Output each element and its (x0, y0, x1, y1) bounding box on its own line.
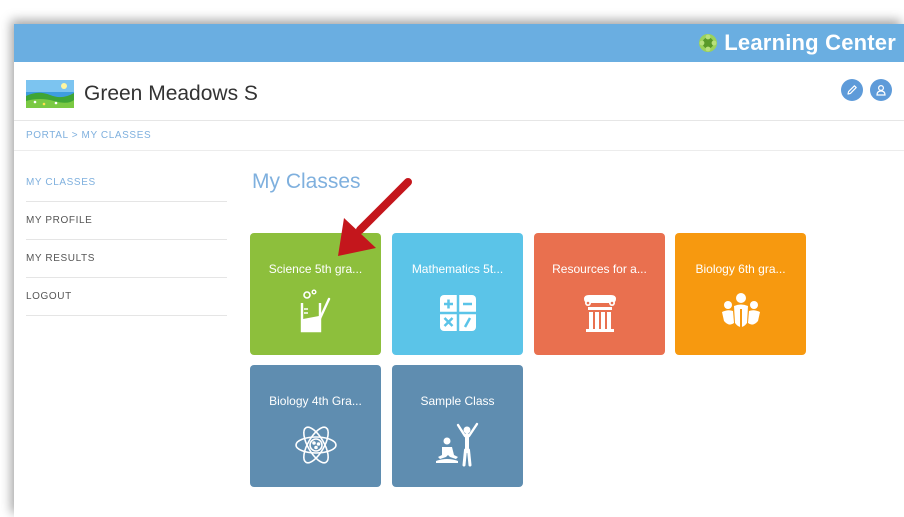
brand-title: Learning Center (724, 30, 896, 55)
breadcrumb[interactable]: PORTAL > MY CLASSES (26, 130, 151, 141)
page-title: My Classes (252, 170, 361, 193)
edit-button[interactable] (841, 79, 863, 101)
people-group-icon (721, 293, 760, 329)
math-operators-icon (439, 295, 476, 331)
header: Green Meadows S (14, 62, 904, 121)
class-tile-label: Mathematics 5t... (411, 262, 504, 276)
class-tile-label: Resources for a... (552, 262, 647, 276)
sidebar-item-my-profile[interactable]: MY PROFILE (26, 202, 227, 240)
sidebar-item-label: MY PROFILE (26, 215, 93, 226)
class-tile-resources[interactable]: Resources for a... (534, 233, 665, 355)
beaker-icon (300, 289, 330, 333)
column-icon (583, 295, 616, 332)
yoga-people-icon (435, 422, 478, 467)
class-tile-label: Science 5th gra... (268, 262, 363, 276)
class-tile-biology-4th[interactable]: Biology 4th Gra... (250, 365, 381, 487)
sidebar-item-my-classes[interactable]: MY CLASSES (26, 164, 227, 202)
app-window: Learning Center Green Meadows S PORTAL >… (14, 24, 904, 517)
class-tile-biology-6th[interactable]: Biology 6th gra... (675, 233, 806, 355)
school-name[interactable]: Green Meadows S (84, 82, 258, 106)
brand[interactable]: Learning Center (698, 30, 896, 56)
school-logo (26, 80, 74, 108)
sidebar-item-label: LOGOUT (26, 291, 72, 302)
sidebar: MY CLASSES MY PROFILE MY RESULTS LOGOUT (26, 164, 227, 316)
sidebar-item-logout[interactable]: LOGOUT (26, 278, 227, 316)
sidebar-item-my-results[interactable]: MY RESULTS (26, 240, 227, 278)
user-icon (876, 84, 886, 96)
profile-button[interactable] (870, 79, 892, 101)
pencil-icon (847, 85, 857, 95)
atom-icon (294, 426, 337, 464)
sidebar-item-label: MY CLASSES (26, 177, 96, 188)
class-tile-mathematics-5th[interactable]: Mathematics 5t... (392, 233, 523, 355)
class-tile-sample-class[interactable]: Sample Class (392, 365, 523, 487)
class-tile-science-5th[interactable]: Science 5th gra... (250, 233, 381, 355)
learning-center-logo-icon (699, 34, 718, 52)
divider (14, 150, 904, 151)
top-bar: Learning Center (14, 24, 904, 62)
class-tile-label: Biology 6th gra... (695, 262, 786, 276)
class-tile-label: Sample Class (420, 394, 495, 408)
class-tile-label: Biology 4th Gra... (269, 394, 362, 408)
sidebar-item-label: MY RESULTS (26, 253, 95, 264)
